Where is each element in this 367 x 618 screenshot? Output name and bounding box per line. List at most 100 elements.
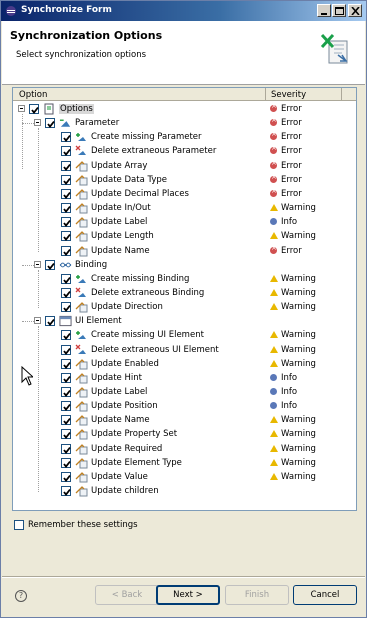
option-checkbox[interactable] xyxy=(61,330,71,341)
option-checkbox[interactable] xyxy=(61,287,71,298)
tree-item-row[interactable]: Update Label Info xyxy=(13,385,356,399)
option-checkbox[interactable] xyxy=(61,132,71,143)
remember-settings-checkbox[interactable] xyxy=(14,520,24,530)
option-checkbox[interactable] xyxy=(29,104,39,114)
tree-group-row[interactable]: Binding xyxy=(13,258,356,272)
option-label: UI Element xyxy=(75,316,122,327)
info-icon xyxy=(270,388,277,395)
column-option-header[interactable]: Option xyxy=(19,90,47,100)
tree-item-row[interactable]: Create missing Parameter Error xyxy=(13,130,356,144)
option-checkbox[interactable] xyxy=(61,457,71,468)
severity-cell: Info xyxy=(270,400,350,412)
warning-icon xyxy=(270,331,278,339)
tree-item-row[interactable]: Update Direction Warning xyxy=(13,300,356,314)
option-label: Options xyxy=(59,104,94,114)
help-icon[interactable]: ? xyxy=(15,590,27,602)
option-checkbox[interactable] xyxy=(61,160,71,171)
option-checkbox[interactable] xyxy=(45,259,55,270)
severity-cell: Warning xyxy=(270,344,350,356)
option-checkbox[interactable] xyxy=(61,302,71,313)
option-checkbox[interactable] xyxy=(61,415,71,426)
option-checkbox[interactable] xyxy=(61,188,71,199)
cancel-button[interactable]: Cancel xyxy=(293,585,357,605)
finish-button[interactable]: Finish xyxy=(225,585,289,605)
info-icon xyxy=(270,373,277,381)
option-checkbox[interactable] xyxy=(61,344,71,355)
tree-item-row[interactable]: Update Label Info xyxy=(13,215,356,229)
tree-item-row[interactable]: Update Position Info xyxy=(13,399,356,413)
column-separator xyxy=(265,88,266,101)
severity-cell: Warning xyxy=(270,358,350,370)
severity-cell: Error xyxy=(270,173,350,186)
severity-cell: Error xyxy=(270,116,350,129)
tree-item-row[interactable]: Update Name Error xyxy=(13,244,356,258)
tree-item-row[interactable]: Update Hint Info xyxy=(13,371,356,385)
option-checkbox[interactable] xyxy=(61,217,71,228)
minimize-button[interactable] xyxy=(317,4,331,17)
back-button[interactable]: < Back xyxy=(95,585,159,605)
tree-item-row[interactable]: Update Enabled Warning xyxy=(13,357,356,371)
tree-item-row[interactable]: Delete extraneous UI Element Warning xyxy=(13,343,356,357)
tree-item-row[interactable]: Update In/Out Warning xyxy=(13,201,356,215)
tree-item-row[interactable]: Create missing UI Element Warning xyxy=(13,328,356,342)
warning-icon xyxy=(270,458,278,466)
severity-label: Info xyxy=(281,387,298,397)
option-checkbox[interactable] xyxy=(61,429,71,440)
tree-item-row[interactable]: Update Data Type Error xyxy=(13,173,356,187)
delete-icon xyxy=(75,145,86,156)
tree-group-row[interactable]: UI Element xyxy=(13,314,356,328)
collapse-toggle-icon[interactable] xyxy=(34,119,41,127)
tree-item-row[interactable]: Update Element Type Warning xyxy=(13,456,356,470)
option-checkbox[interactable] xyxy=(61,486,71,497)
severity-cell: Error xyxy=(270,159,350,172)
maximize-button[interactable] xyxy=(332,4,346,17)
tree-item-row[interactable]: Update Required Warning xyxy=(13,442,356,456)
severity-label: Error xyxy=(281,132,302,143)
tree-item-row[interactable]: Update Value Warning xyxy=(13,470,356,484)
collapse-toggle-icon[interactable] xyxy=(18,105,25,112)
tree-guide-line xyxy=(22,264,34,266)
error-icon xyxy=(270,173,277,183)
tree-item-row[interactable]: Update Array Error xyxy=(13,159,356,173)
option-checkbox[interactable] xyxy=(61,273,71,284)
tree-item-row[interactable]: Update Length Warning xyxy=(13,229,356,243)
close-icon xyxy=(351,7,360,15)
option-checkbox[interactable] xyxy=(61,231,71,242)
option-label: Update Name xyxy=(91,415,150,426)
column-severity-header[interactable]: Severity xyxy=(271,90,306,100)
tree-item-row[interactable]: Update children xyxy=(13,484,356,498)
option-checkbox[interactable] xyxy=(61,146,71,157)
options-tree[interactable]: Option Severity Options Error Parameter Err… xyxy=(12,87,357,511)
tree-item-row[interactable]: Update Decimal Places Error xyxy=(13,187,356,201)
close-button[interactable] xyxy=(348,4,362,17)
update-icon xyxy=(75,174,88,186)
warning-icon xyxy=(270,274,278,282)
tree-item-row[interactable]: Update Property Set Warning xyxy=(13,427,356,441)
option-checkbox[interactable] xyxy=(61,245,71,256)
tree-root-row[interactable]: Options Error xyxy=(13,102,356,116)
option-checkbox[interactable] xyxy=(61,387,71,397)
next-button[interactable]: Next > xyxy=(156,585,220,605)
option-label: Update In/Out xyxy=(91,203,151,214)
option-checkbox[interactable] xyxy=(61,443,71,454)
option-label: Update Value xyxy=(91,471,148,482)
option-checkbox[interactable] xyxy=(61,401,71,412)
tree-group-row[interactable]: Parameter Error xyxy=(13,116,356,130)
option-checkbox[interactable] xyxy=(61,358,71,369)
update-icon xyxy=(75,415,88,426)
tree-item-row[interactable]: Create missing Binding Warning xyxy=(13,272,356,286)
option-checkbox[interactable] xyxy=(61,372,71,383)
option-checkbox[interactable] xyxy=(45,316,55,327)
tree-item-row[interactable]: Update Name Warning xyxy=(13,413,356,427)
option-checkbox[interactable] xyxy=(45,118,55,129)
option-checkbox[interactable] xyxy=(61,471,71,482)
collapse-toggle-icon[interactable] xyxy=(34,317,41,325)
update-icon xyxy=(75,188,88,200)
tree-item-row[interactable]: Delete extraneous Binding Warning xyxy=(13,286,356,300)
option-label: Update Array xyxy=(91,160,148,171)
tree-item-row[interactable]: Delete extraneous Parameter Error xyxy=(13,144,356,158)
option-checkbox[interactable] xyxy=(61,174,71,185)
collapse-toggle-icon[interactable] xyxy=(34,260,41,268)
option-checkbox[interactable] xyxy=(61,203,71,214)
severity-cell: Error xyxy=(270,130,350,143)
